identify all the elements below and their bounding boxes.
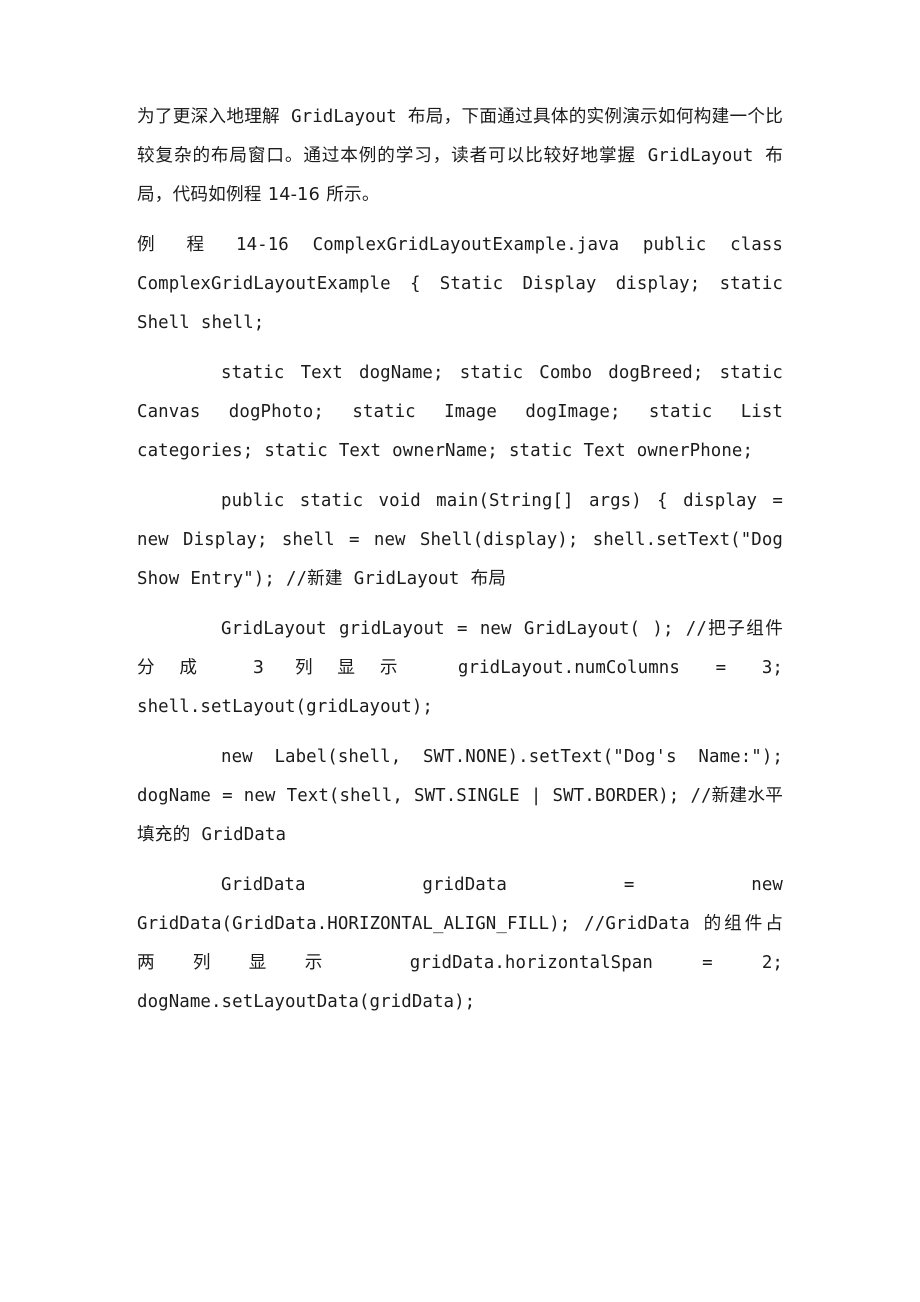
paragraph-listing-label: new Label(shell, SWT.NONE).setText("Dog'…: [137, 738, 783, 855]
paragraph-intro: 为了更深入地理解 GridLayout 布局，下面通过具体的实例演示如何构建一个…: [137, 98, 783, 215]
paragraph-listing-main: public static void main(String[] args) {…: [137, 482, 783, 599]
cjk-run: 为了更深入地理解: [137, 107, 280, 127]
cjk-run: 布局: [470, 569, 507, 589]
code-run: GridLayout: [635, 146, 766, 166]
code-run: GridLayout: [279, 107, 408, 127]
code-run: GridData: [605, 914, 704, 934]
paragraph-listing-gridlayout: GridLayout gridLayout = new GridLayout( …: [137, 610, 783, 727]
code-run: GridLayout: [342, 569, 471, 589]
cjk-run: 例 程: [137, 235, 236, 255]
cjk-run: 新建: [307, 569, 343, 589]
text-column: 为了更深入地理解 GridLayout 布局，下面通过具体的实例演示如何构建一个…: [137, 98, 783, 1022]
paragraph-listing-fields: static Text dogName; static Combo dogBre…: [137, 354, 783, 471]
document-page: 为了更深入地理解 GridLayout 布局，下面通过具体的实例演示如何构建一个…: [0, 0, 920, 1302]
code-run: GridData: [190, 825, 287, 845]
code-run: GridLayout gridLayout = new GridLayout( …: [221, 619, 707, 639]
code-run: static Text dogName; static Combo dogBre…: [137, 363, 783, 461]
paragraph-listing-griddata: GridData gridData = new GridData(GridDat…: [137, 866, 783, 1022]
code-run: new Label(shell, SWT.NONE).setText("Dog'…: [137, 747, 783, 806]
paragraph-listing-heading: 例 程 14-16 ComplexGridLayoutExample.java …: [137, 226, 783, 343]
